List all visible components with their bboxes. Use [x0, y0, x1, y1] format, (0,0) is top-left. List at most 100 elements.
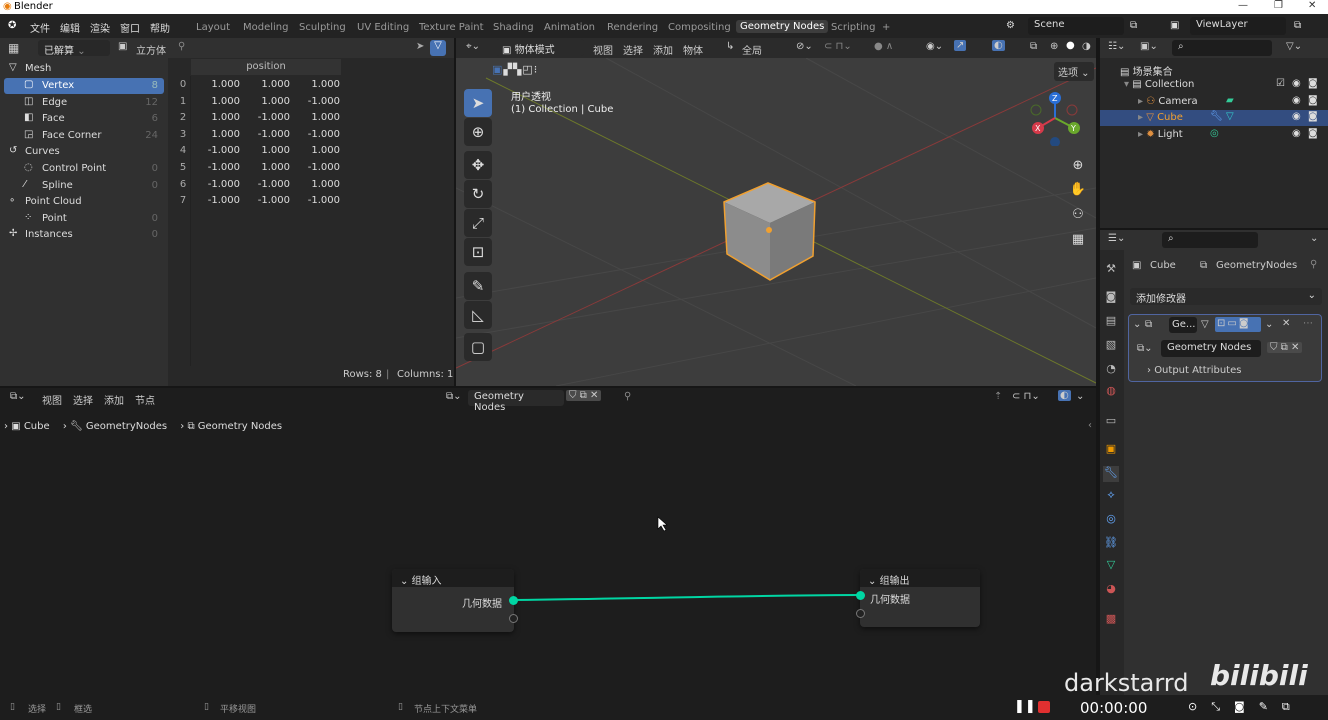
outliner-item-light[interactable]: ▸ ✹ Light ◎ ◉ ◙	[1100, 127, 1328, 143]
new-view-layer-icon[interactable]: ⧉	[1294, 20, 1301, 31]
navigation-gizmo[interactable]: Z Y X	[1028, 90, 1084, 146]
collapse-chevron-icon[interactable]: ⌄	[1133, 319, 1141, 330]
data-tab-icon[interactable]: ▽	[1103, 558, 1119, 574]
node-group-selector[interactable]: Geometry Nodes	[1161, 340, 1261, 357]
collapse-chevron-icon[interactable]: ⌄	[868, 576, 880, 587]
view-layer-icon[interactable]: ▣	[1170, 20, 1179, 31]
menu-help[interactable]: 帮助	[150, 20, 170, 35]
empty-output-socket[interactable]	[509, 614, 518, 623]
modifier-name-input[interactable]: Ge...	[1169, 317, 1197, 333]
menu-view[interactable]: 视图	[593, 42, 613, 57]
display-mode-icon[interactable]: ▣⌄	[1140, 41, 1158, 52]
domain-edge[interactable]: ◫ Edge 12	[4, 95, 164, 111]
tab-rendering[interactable]: Rendering	[607, 22, 658, 33]
camera-view-icon[interactable]: ⚇	[1068, 207, 1088, 227]
node-group-icon[interactable]: ⧉⌄	[1137, 343, 1153, 354]
texture-tab-icon[interactable]: ▩	[1103, 612, 1119, 628]
constraints-tab-icon[interactable]: ⛓	[1103, 536, 1119, 552]
tab-uv-editing[interactable]: UV Editing	[357, 22, 409, 33]
collection-tab-icon[interactable]: ▭	[1103, 414, 1119, 430]
geometry-output-socket[interactable]	[509, 596, 518, 605]
new-scene-icon[interactable]: ⧉	[1130, 20, 1137, 31]
modifier-menu-chevron-icon[interactable]: ⌄	[1265, 319, 1273, 330]
world-tab-icon[interactable]: ◍	[1103, 384, 1119, 400]
visibility-toggles[interactable]: ⊡▭◙	[1215, 317, 1261, 332]
object-mode-dropdown[interactable]: ▣ 物体模式	[496, 39, 584, 56]
snap-icon[interactable]: ⊂ ⊓⌄	[824, 41, 852, 52]
xray-icon[interactable]: ⧉	[1030, 41, 1037, 52]
domain-control-point[interactable]: ◌ Control Point 0	[4, 161, 164, 177]
domain-point-cloud[interactable]: ∘ Point Cloud	[4, 194, 164, 210]
expand-icon[interactable]: ▸	[1138, 129, 1146, 140]
perspective-toggle-icon[interactable]: ▦	[1068, 232, 1088, 252]
group-output-node[interactable]: ⌄ 组输出 几何数据	[856, 569, 980, 627]
empty-input-socket[interactable]	[856, 609, 865, 618]
rotate-tool[interactable]: ↻	[464, 180, 492, 208]
cursor-tool[interactable]: ⊕	[464, 118, 492, 146]
blender-menu-icon[interactable]: ✪	[8, 20, 16, 31]
pin-icon[interactable]: ⚲	[178, 41, 185, 52]
modifier-tab-icon[interactable]: 🔧︎	[1103, 466, 1119, 482]
view-layer-tab-icon[interactable]: ▧	[1103, 338, 1119, 354]
scene-tab-icon[interactable]: ◔	[1103, 362, 1119, 378]
group-input-node[interactable]: ⌄ 组输入 几何数据	[392, 569, 518, 632]
domain-face[interactable]: ◧ Face 6	[4, 111, 164, 127]
outliner-item-cube[interactable]: ▸ ▽ Cube 🔧︎ ▽ ◉ ◙	[1100, 110, 1328, 126]
tab-geometry-nodes[interactable]: Geometry Nodes	[736, 20, 829, 33]
tab-modeling[interactable]: Modeling	[243, 22, 289, 33]
remove-modifier-icon[interactable]: ✕	[1282, 318, 1290, 329]
object-tab-icon[interactable]: ▣	[1103, 442, 1119, 458]
menu-render[interactable]: 渲染	[90, 20, 110, 35]
tab-scripting[interactable]: Scripting	[831, 22, 875, 33]
filter-icon[interactable]: ▽⌄	[1286, 41, 1302, 52]
pan-hand-icon[interactable]: ✋	[1068, 182, 1088, 202]
editor-type-icon[interactable]: ⌖⌄	[466, 41, 480, 52]
editor-type-icon[interactable]: ☰⌄	[1108, 233, 1125, 244]
add-workspace-button[interactable]: +	[882, 22, 890, 33]
physics-tab-icon[interactable]: ◎	[1103, 512, 1119, 528]
pin-icon[interactable]: ⚲	[1310, 259, 1317, 270]
collapse-chevron-icon[interactable]: ⌄	[400, 576, 412, 587]
render-camera-icon[interactable]: ◙	[1308, 111, 1318, 122]
domain-mesh[interactable]: ▽ Mesh	[4, 61, 164, 77]
domain-spline[interactable]: ⁄ Spline 0	[4, 178, 164, 194]
domain-vertex[interactable]: ▢ Vertex 8	[4, 78, 164, 94]
menu-file[interactable]: 文件	[30, 20, 50, 35]
domain-instances[interactable]: ✢ Instances 0	[4, 227, 164, 243]
recorder-tool-icons[interactable]: ⊙⤡◙✎⧉	[1188, 700, 1304, 714]
tab-sculpting[interactable]: Sculpting	[299, 22, 346, 33]
material-tab-icon[interactable]: ◕	[1103, 582, 1119, 598]
render-tab-icon[interactable]: ◙	[1103, 290, 1119, 306]
evaluation-mode-dropdown[interactable]: 已解算 ⌄	[38, 40, 110, 57]
expand-icon[interactable]: ▸	[1138, 96, 1146, 107]
maximize-button[interactable]: ❐	[1274, 0, 1283, 11]
eye-icon[interactable]: ◉	[1292, 111, 1301, 122]
render-camera-icon[interactable]: ◙	[1308, 78, 1318, 89]
editor-type-icon[interactable]: ☷⌄	[1108, 41, 1125, 52]
menu-object[interactable]: 物体	[683, 42, 703, 57]
solid-shading-icon[interactable]: ●	[1066, 40, 1075, 51]
options-dropdown[interactable]: 选项 ⌄	[1054, 62, 1094, 81]
node-header[interactable]: ⌄ 组输出	[860, 569, 980, 587]
domain-curves[interactable]: ↺ Curves	[4, 144, 164, 160]
3d-viewport[interactable]: ⌖⌄ ▣ 物体模式 视图 选择 添加 物体 ↳ 全局 ⊘⌄ ⊂ ⊓⌄ ● ∧ ◉…	[456, 38, 1096, 386]
menu-select[interactable]: 选择	[623, 42, 643, 57]
outliner-scene-collection[interactable]: ▤ 场景集合	[1100, 61, 1328, 78]
outliner-item-collection[interactable]: ▾ ▤ Collection ☑ ◉ ◙	[1100, 77, 1328, 93]
add-modifier-dropdown[interactable]: 添加修改器 ⌄	[1130, 288, 1322, 305]
editor-type-icon[interactable]: ▦	[8, 41, 19, 55]
column-header-position[interactable]: position	[191, 59, 341, 75]
expand-icon[interactable]: ▸	[1138, 112, 1146, 123]
material-shading-icon[interactable]: ◑	[1082, 41, 1091, 52]
move-tool[interactable]: ✥	[464, 151, 492, 179]
tab-texture-paint[interactable]: Texture Paint	[419, 22, 484, 33]
select-box-tool[interactable]: ➤	[464, 89, 492, 117]
tool-tab-icon[interactable]: ⚒	[1103, 262, 1119, 278]
node-header[interactable]: ⌄ 组输入	[392, 569, 514, 587]
mesh-data-icon[interactable]: ▽	[1226, 111, 1234, 122]
minimize-button[interactable]: —	[1238, 0, 1248, 11]
close-button[interactable]: ✕	[1308, 0, 1316, 11]
transform-orientation-dropdown[interactable]: 全局	[742, 42, 762, 57]
eye-icon[interactable]: ◉	[1292, 78, 1301, 89]
selected-only-icon[interactable]: ➤	[416, 41, 424, 52]
